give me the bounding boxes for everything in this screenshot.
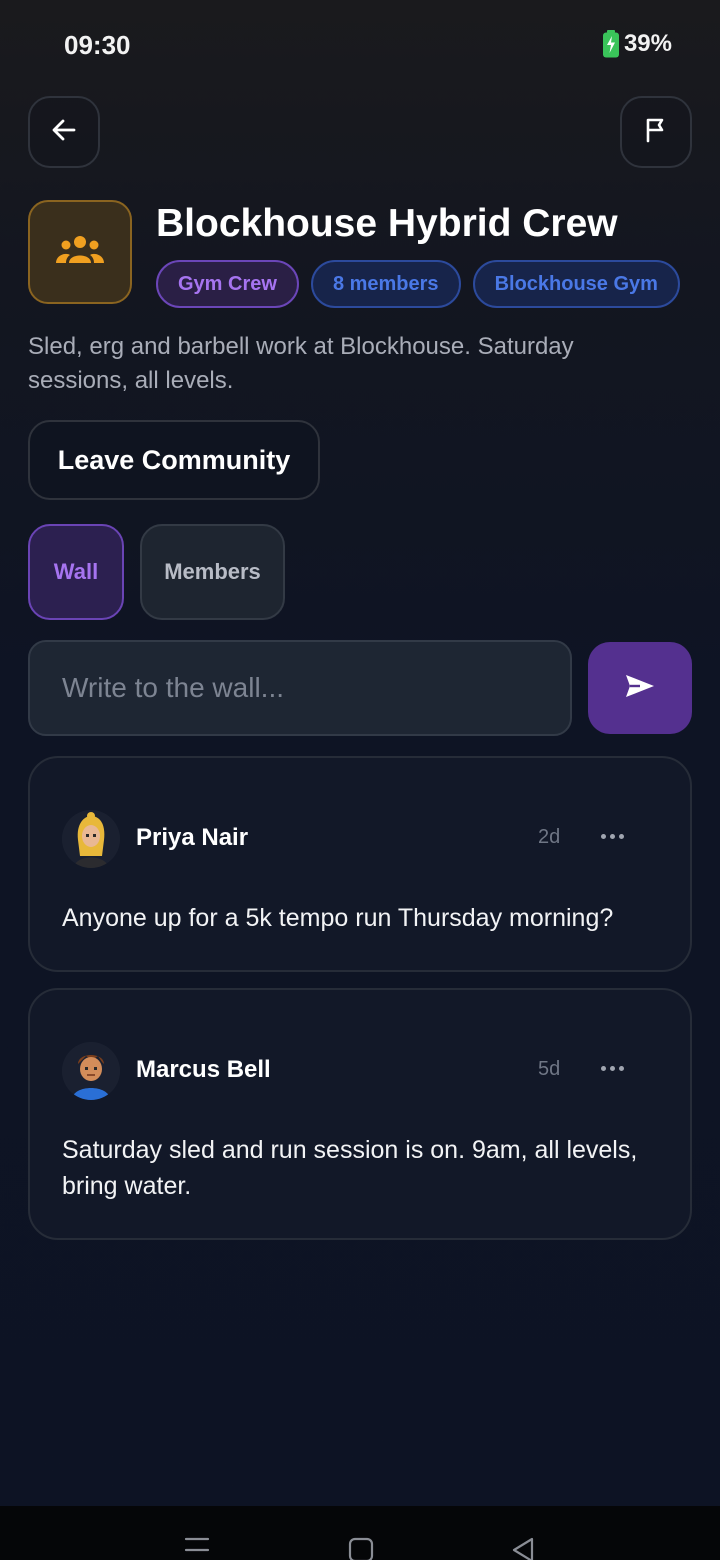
post-text: Saturday sled and run session is on. 9am… [62, 1136, 638, 1200]
status-battery: 39% [602, 30, 672, 58]
leave-community-button[interactable]: Leave Community [28, 420, 320, 500]
home-icon[interactable] [348, 1536, 374, 1560]
wall-post-input[interactable] [28, 640, 572, 736]
tab-members[interactable]: Members [140, 524, 285, 620]
recent-apps-icon[interactable] [184, 1536, 210, 1560]
back-nav-icon[interactable] [510, 1536, 536, 1560]
post-text: Anyone up for a 5k tempo run Thursday mo… [62, 904, 614, 932]
tag-location: Blockhouse Gym [472, 260, 680, 308]
community-tags: Gym Crew 8 members Blockhouse Gym [156, 260, 680, 308]
wall-post: Marcus Bell 5d Saturday sled and run ses… [28, 988, 692, 1240]
more-options-button[interactable] [596, 1054, 628, 1082]
tag-member-count: 8 members [310, 260, 461, 308]
arrow-left-icon [50, 116, 78, 149]
back-button[interactable] [28, 96, 100, 168]
tab-wall[interactable]: Wall [28, 524, 124, 620]
report-button[interactable] [620, 96, 692, 168]
send-button[interactable] [588, 642, 692, 734]
send-icon [624, 673, 656, 704]
post-author[interactable]: Priya Nair [136, 824, 248, 852]
status-bar: 09:30 39% [0, 0, 720, 90]
post-author[interactable]: Marcus Bell [136, 1056, 271, 1084]
battery-charging-icon [602, 30, 620, 58]
tag-category: Gym Crew [156, 260, 299, 308]
community-avatar [28, 200, 132, 304]
post-timestamp: 2d [538, 826, 561, 848]
avatar[interactable] [62, 1042, 120, 1100]
community-title: Blockhouse Hybrid Crew [156, 202, 618, 245]
system-nav-bar [0, 1506, 720, 1560]
community-description: Sled, erg and barbell work at Blockhouse… [28, 333, 574, 394]
group-icon [54, 233, 106, 272]
flag-icon [642, 116, 670, 149]
post-timestamp: 5d [538, 1058, 561, 1080]
more-options-button[interactable] [596, 822, 628, 850]
wall-post: Priya Nair 2d Anyone up for a 5k tempo r… [28, 756, 692, 972]
status-time: 09:30 [64, 30, 131, 60]
battery-percent: 39% [623, 30, 672, 57]
avatar[interactable] [62, 810, 120, 868]
